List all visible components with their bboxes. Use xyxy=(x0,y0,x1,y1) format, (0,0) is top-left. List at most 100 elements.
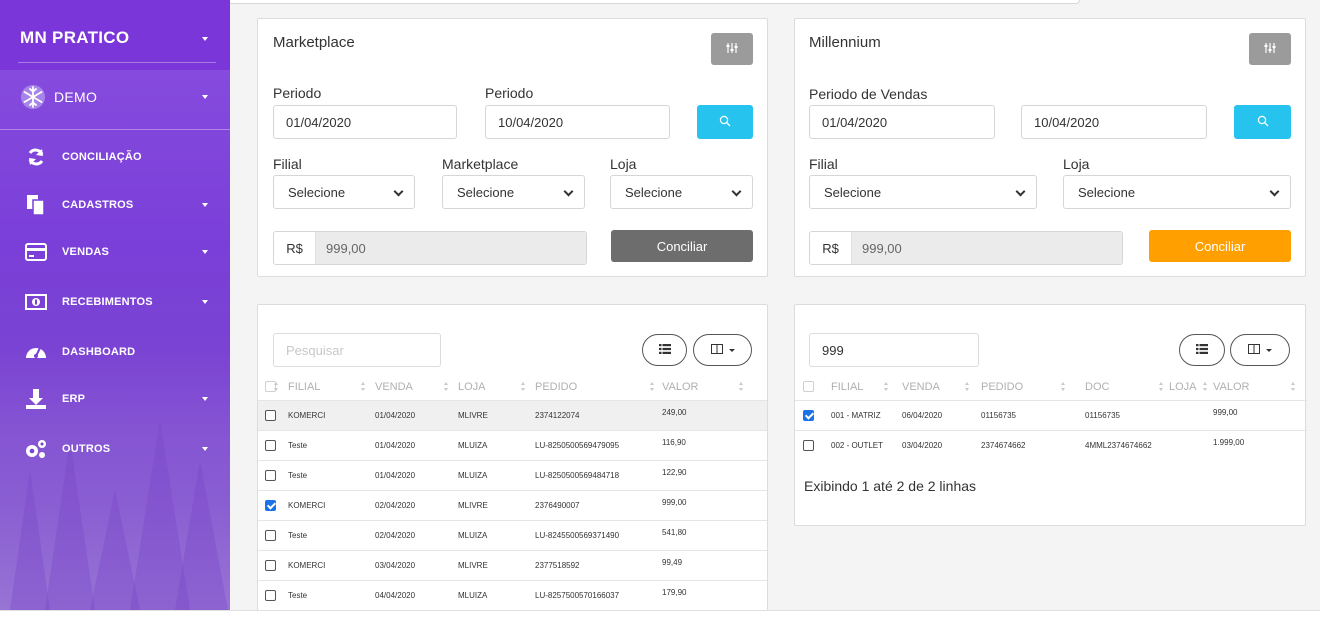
marketplace-panel: Marketplace Periodo Periodo 01/04/2020 1… xyxy=(257,18,768,277)
table-row[interactable]: KOMERCI 01/04/2020 MLIVRE 2374122074 249,00 xyxy=(258,399,767,430)
filter-button[interactable] xyxy=(711,33,753,65)
row-checkbox[interactable] xyxy=(803,409,814,421)
select-value: Selecione xyxy=(625,184,683,200)
date-to-input[interactable]: 10/04/2020 xyxy=(485,105,670,139)
download-icon xyxy=(24,388,48,410)
row-checkbox[interactable] xyxy=(265,529,276,541)
cell-filial: 002 - OUTLET xyxy=(831,429,902,460)
column-header-doc[interactable]: DOC xyxy=(1085,374,1169,400)
column-header-loja[interactable]: LOJA xyxy=(1169,374,1213,400)
list-view-button[interactable] xyxy=(642,334,687,366)
date-to-input[interactable]: 10/04/2020 xyxy=(1021,105,1207,139)
row-checkbox[interactable] xyxy=(265,439,276,451)
list-icon xyxy=(658,341,671,359)
sort-icon xyxy=(739,382,744,391)
date-from-input[interactable]: 01/04/2020 xyxy=(809,105,995,139)
column-header-valor[interactable]: VALOR xyxy=(1213,374,1307,400)
sidebar-item-label: VENDAS xyxy=(62,246,110,258)
table-row[interactable]: Teste 04/04/2020 MLUIZA LU-8257500570166037… xyxy=(258,579,767,610)
filial-label: Filial xyxy=(273,156,302,172)
cell-venda: 02/04/2020 xyxy=(375,519,458,550)
select-value: Selecione xyxy=(824,184,882,200)
table-row[interactable]: 002 - OUTLET 03/04/2020 2374674662 4MML2374… xyxy=(795,429,1307,460)
cell-venda: 03/04/2020 xyxy=(375,549,458,580)
sidebar-item-outros[interactable]: OUTROS xyxy=(0,437,230,461)
table-row[interactable]: KOMERCI 02/04/2020 MLIVRE 2376490007 999,00 xyxy=(258,489,767,520)
table-row[interactable]: KOMERCI 03/04/2020 MLIVRE 2377518592 99,49 xyxy=(258,549,767,580)
cell-valor: 99,49 xyxy=(662,549,767,580)
select-value: Selecione xyxy=(457,184,515,200)
sidebar-item-erp[interactable]: ERP xyxy=(0,387,230,411)
filter-button[interactable] xyxy=(1249,33,1291,65)
sidebar-item-vendas[interactable]: VENDAS xyxy=(0,240,230,264)
row-checkbox[interactable] xyxy=(265,469,276,481)
list-view-button[interactable] xyxy=(1179,334,1225,366)
table-row[interactable]: Teste 01/04/2020 MLUIZA LU-8250500569484718… xyxy=(258,459,767,490)
sliders-icon xyxy=(1264,42,1276,57)
conciliar-button[interactable]: Conciliar xyxy=(611,230,753,262)
sidebar-item-label: ERP xyxy=(62,393,86,405)
filial-select[interactable]: Selecione xyxy=(809,175,1037,209)
row-checkbox[interactable] xyxy=(803,439,814,451)
chevron-down-icon xyxy=(728,348,735,352)
account-name: DEMO xyxy=(54,89,98,105)
sidebar-divider xyxy=(18,62,216,63)
column-header-pedido[interactable]: PEDIDO xyxy=(981,374,1085,400)
column-header-valor[interactable]: VALOR xyxy=(650,374,767,400)
chevron-down-icon xyxy=(202,37,208,41)
amount-field[interactable]: R$ 999,00 xyxy=(809,231,1123,265)
select-all-checkbox[interactable] xyxy=(803,381,814,393)
cell-loja: MLUIZA xyxy=(458,429,535,460)
cell-loja: MLUIZA xyxy=(458,579,535,610)
conciliar-button[interactable]: Conciliar xyxy=(1149,230,1291,262)
amount-field[interactable]: R$ 999,00 xyxy=(273,231,587,265)
row-checkbox[interactable] xyxy=(265,589,276,601)
sidebar-item-label: CADASTROS xyxy=(62,199,134,211)
cell-loja: MLUIZA xyxy=(458,459,535,490)
sidebar-item-conciliacao[interactable]: CONCILIAÇÃO xyxy=(0,145,230,169)
search-button[interactable] xyxy=(1234,105,1291,139)
search-input[interactable]: 999 xyxy=(809,333,979,367)
search-input[interactable]: Pesquisar xyxy=(273,333,441,367)
search-button[interactable] xyxy=(697,105,753,139)
account-menu[interactable]: DEMO xyxy=(0,84,230,110)
row-checkbox[interactable] xyxy=(265,499,276,511)
columns-toggle-button[interactable] xyxy=(1230,334,1290,366)
sort-icon xyxy=(965,382,970,391)
millennium-panel: Millennium Periodo de Vendas 01/04/2020 … xyxy=(794,18,1306,277)
chevron-down-icon xyxy=(202,397,208,401)
loja-label: Loja xyxy=(1063,156,1090,172)
date-from-input[interactable]: 01/04/2020 xyxy=(273,105,457,139)
column-header-venda[interactable]: VENDA xyxy=(902,374,981,400)
chevron-down-icon xyxy=(731,186,742,197)
row-checkbox[interactable] xyxy=(265,409,276,421)
cell-pedido: 01156735 xyxy=(981,399,1085,430)
select-value: Selecione xyxy=(288,184,346,200)
sidebar-item-dashboard[interactable]: DASHBOARD xyxy=(0,340,230,364)
sidebar-item-cadastros[interactable]: CADASTROS xyxy=(0,193,230,217)
sliders-icon xyxy=(726,42,738,57)
brand-menu[interactable]: MN PRATICO xyxy=(0,28,230,48)
sort-icon xyxy=(521,382,526,391)
sidebar-item-label: CONCILIAÇÃO xyxy=(62,151,142,163)
cell-filial: 001 - MATRIZ xyxy=(831,399,902,430)
filial-select[interactable]: Selecione xyxy=(273,175,415,209)
column-header-pedido[interactable]: PEDIDO xyxy=(521,374,662,400)
sidebar-item-recebimentos[interactable]: RECEBIMENTOS xyxy=(0,290,230,314)
row-checkbox[interactable] xyxy=(265,559,276,571)
marketplace-select[interactable]: Selecione xyxy=(442,175,585,209)
table-row[interactable]: Teste 01/04/2020 MLUIZA LU-8250500569479095… xyxy=(258,429,767,460)
columns-toggle-button[interactable] xyxy=(693,334,752,366)
column-header-filial[interactable]: FILIAL xyxy=(831,374,902,400)
sort-icon xyxy=(361,382,366,391)
marketplace-results-panel: Pesquisar FILIAL VENDA LOJA PEDIDO VALOR… xyxy=(257,304,768,614)
pagination-info: Exibindo 1 até 2 de 2 linhas xyxy=(804,478,977,494)
table-row[interactable]: Teste 02/04/2020 MLUIZA LU-8245500569371490… xyxy=(258,519,767,550)
table-row[interactable]: 001 - MATRIZ 06/04/2020 01156735 01156735 99… xyxy=(795,399,1307,430)
cell-valor: 116,90 xyxy=(662,429,767,460)
loja-select[interactable]: Selecione xyxy=(610,175,753,209)
sort-icon xyxy=(274,382,279,391)
loja-select[interactable]: Selecione xyxy=(1063,175,1291,209)
cell-valor: 122,90 xyxy=(662,459,767,490)
cell-filial: KOMERCI xyxy=(288,549,375,580)
